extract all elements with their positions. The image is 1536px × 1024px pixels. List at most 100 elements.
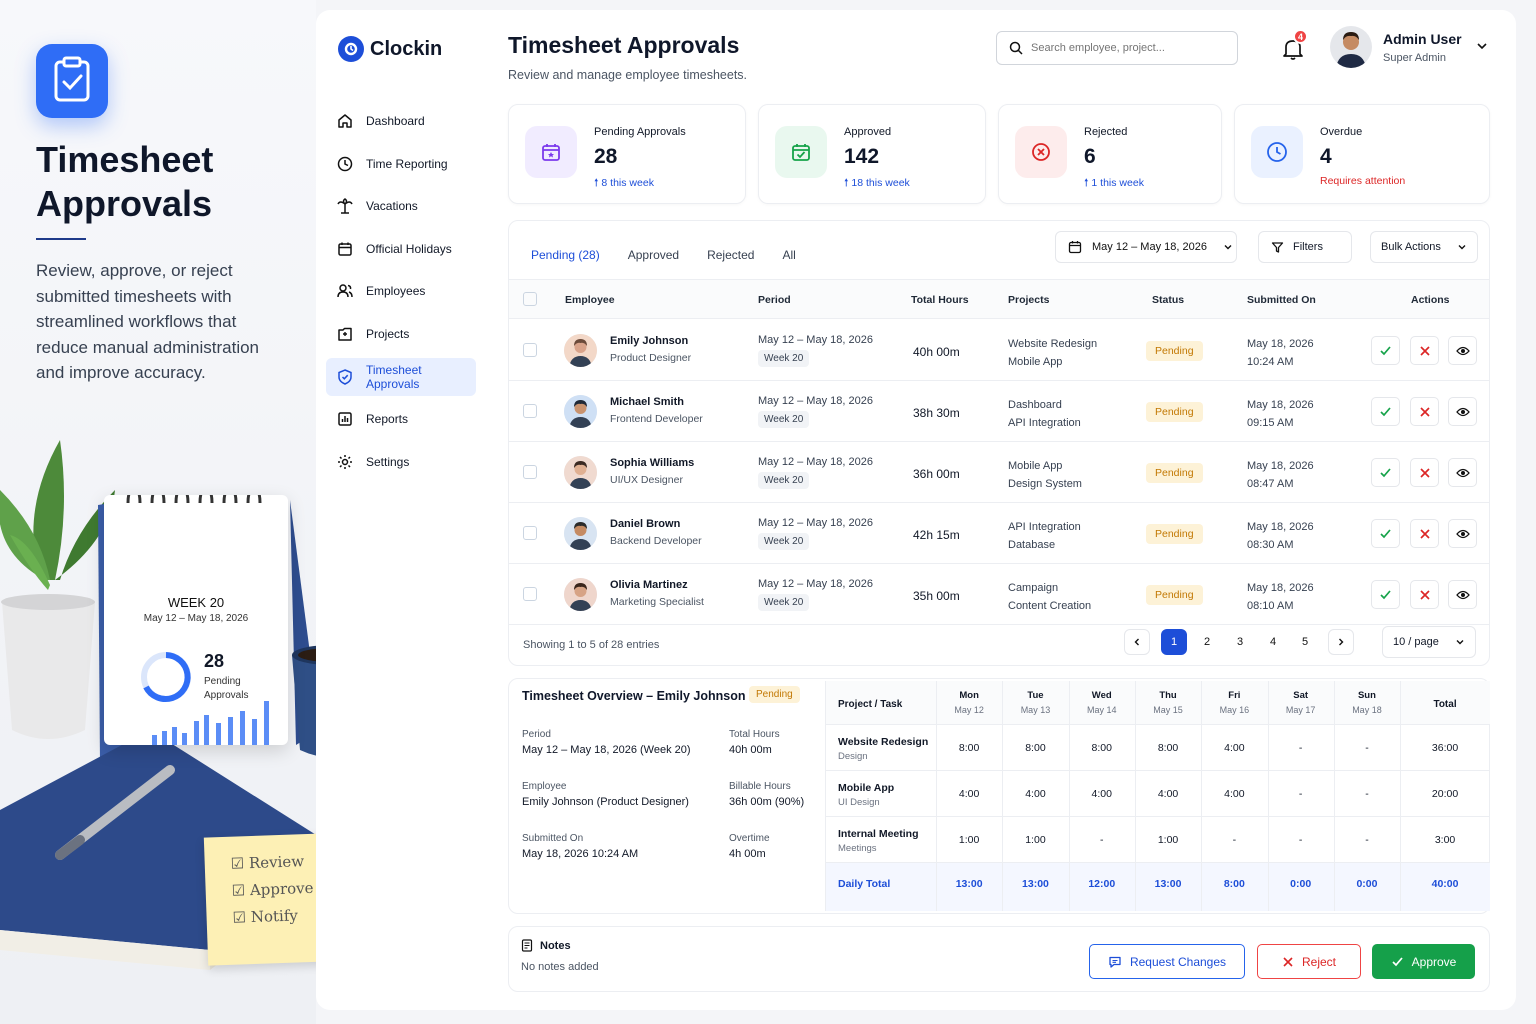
select-all-checkbox[interactable] [523,292,537,306]
employee-name[interactable]: Sophia Williams [610,457,694,469]
approve-row-button[interactable] [1371,458,1400,487]
row-checkbox[interactable] [523,465,537,479]
day-date: May 14 [1086,705,1117,715]
approve-row-button[interactable] [1371,580,1400,609]
bulk-actions-dropdown[interactable]: Bulk Actions [1370,231,1478,263]
approve-row-button[interactable] [1371,397,1400,426]
sidebar-item-time-reporting[interactable]: Time Reporting [326,145,476,183]
sidebar-item-vacations[interactable]: Vacations [326,187,476,225]
page-button[interactable]: 2 [1194,629,1220,655]
next-page-button[interactable] [1328,629,1354,655]
total-hours: 36h 00m [913,467,960,481]
stat-value: 142 [844,145,880,168]
calendar-icon [1068,241,1082,254]
row-checkbox[interactable] [523,526,537,540]
stat-card-overdue[interactable]: Overdue 4 Requires attention [1234,104,1490,204]
sidebar-item-reports[interactable]: Reports [326,400,476,438]
row-checkbox[interactable] [523,404,537,418]
field-value: Emily Johnson (Product Designer) [522,796,689,808]
search-bar[interactable] [996,31,1238,65]
grid-day-header: Thu May 15 [1135,690,1201,715]
calendar-week-label: WEEK 20 [167,595,225,610]
table-row[interactable]: Sophia Williams UI/UX Designer May 12 – … [509,442,1489,503]
close-icon [1419,467,1430,478]
row-total-cell: 20:00 [1431,788,1459,800]
request-changes-button[interactable]: Request Changes [1089,944,1245,979]
clock-icon [337,156,353,171]
reject-button[interactable]: Reject [1257,944,1361,979]
daily-total-cell: 13:00 [1154,878,1182,890]
approve-row-button[interactable] [1371,336,1400,365]
employee-name[interactable]: Emily Johnson [610,335,688,347]
day-name: Wed [1091,690,1112,701]
employee-name[interactable]: Olivia Martinez [610,579,688,591]
employee-name[interactable]: Daniel Brown [610,518,680,530]
search-input[interactable] [1031,42,1221,54]
page-size-label: 10 / page [1393,636,1439,648]
sidebar-item-employees[interactable]: Employees [326,272,476,310]
employee-name[interactable]: Michael Smith [610,396,684,408]
user-name[interactable]: Admin User [1383,31,1462,47]
stat-card-rejected[interactable]: Rejected 6 🠕 1 this week [998,104,1222,204]
table-row[interactable]: Daniel Brown Backend Developer May 12 – … [509,503,1489,564]
palm-tree-icon [337,198,353,214]
hours-cell: 4:00 [1025,788,1046,800]
reject-row-button[interactable] [1410,580,1439,609]
page-button[interactable]: 1 [1161,629,1187,655]
reject-row-button[interactable] [1410,458,1439,487]
reject-row-button[interactable] [1410,336,1439,365]
filters-button[interactable]: Filters [1258,231,1352,263]
view-row-button[interactable] [1448,519,1477,548]
sidebar-item-label: Official Holidays [366,241,452,256]
chevron-down-icon[interactable] [1476,40,1488,52]
reject-row-button[interactable] [1410,397,1439,426]
reject-row-button[interactable] [1410,519,1439,548]
status-badge: Pending [1146,463,1203,483]
sidebar-item-official-holidays[interactable]: Official Holidays [326,230,476,268]
stat-card-pending[interactable]: Pending Approvals 28 🠕 8 this week [508,104,746,204]
view-row-button[interactable] [1448,458,1477,487]
field-label: Billable Hours [729,781,791,792]
view-row-button[interactable] [1448,336,1477,365]
close-icon [1419,528,1430,539]
page-button[interactable]: 3 [1227,629,1253,655]
row-checkbox[interactable] [523,587,537,601]
view-row-button[interactable] [1448,580,1477,609]
approve-row-button[interactable] [1371,519,1400,548]
brand[interactable]: Clockin [338,36,442,62]
page-size-select[interactable]: 10 / page [1382,626,1476,658]
field-value: 4h 00m [729,848,766,860]
approve-button[interactable]: Approve [1372,944,1475,979]
project-name: Mobile App [1008,460,1063,472]
sidebar-item-projects[interactable]: Projects [326,315,476,353]
grid-day-header: Fri May 16 [1201,690,1267,715]
day-date: May 15 [1153,705,1183,715]
project-name: Database [1008,539,1056,551]
sidebar-item-timesheet-approvals[interactable]: Timesheet Approvals [326,357,476,396]
grid-divider [1068,681,1070,911]
hours-cell: - [1232,834,1237,846]
overview-title: Timesheet Overview – Emily Johnson [522,689,746,703]
close-icon [1283,956,1293,967]
stat-card-approved[interactable]: Approved 142 🠕 18 this week [758,104,986,204]
sidebar-item-settings[interactable]: Settings [326,443,476,481]
submitted-date: May 18, 2026 [1247,521,1314,533]
row-checkbox[interactable] [523,343,537,357]
check-icon [1380,590,1391,600]
clockin-logo-icon [338,36,364,62]
table-row[interactable]: Michael Smith Frontend Developer May 12 … [509,381,1489,442]
sidebar-item-dashboard[interactable]: Dashboard [326,102,476,140]
submitted-time: 10:24 AM [1247,356,1294,368]
page-button[interactable]: 4 [1260,629,1286,655]
prev-page-button[interactable] [1124,629,1150,655]
avatar[interactable] [1330,26,1372,68]
submitted-time: 08:10 AM [1247,600,1294,612]
table-row[interactable]: Olivia Martinez Marketing Specialist May… [509,564,1489,625]
date-range-picker[interactable]: May 12 – May 18, 2026 [1055,231,1237,263]
page-button[interactable]: 5 [1292,629,1318,655]
table-row[interactable]: Emily Johnson Product Designer May 12 – … [509,320,1489,381]
eye-icon [1455,407,1470,416]
avatar [564,517,597,550]
project-list: Mobile App Design System [1008,457,1082,493]
view-row-button[interactable] [1448,397,1477,426]
